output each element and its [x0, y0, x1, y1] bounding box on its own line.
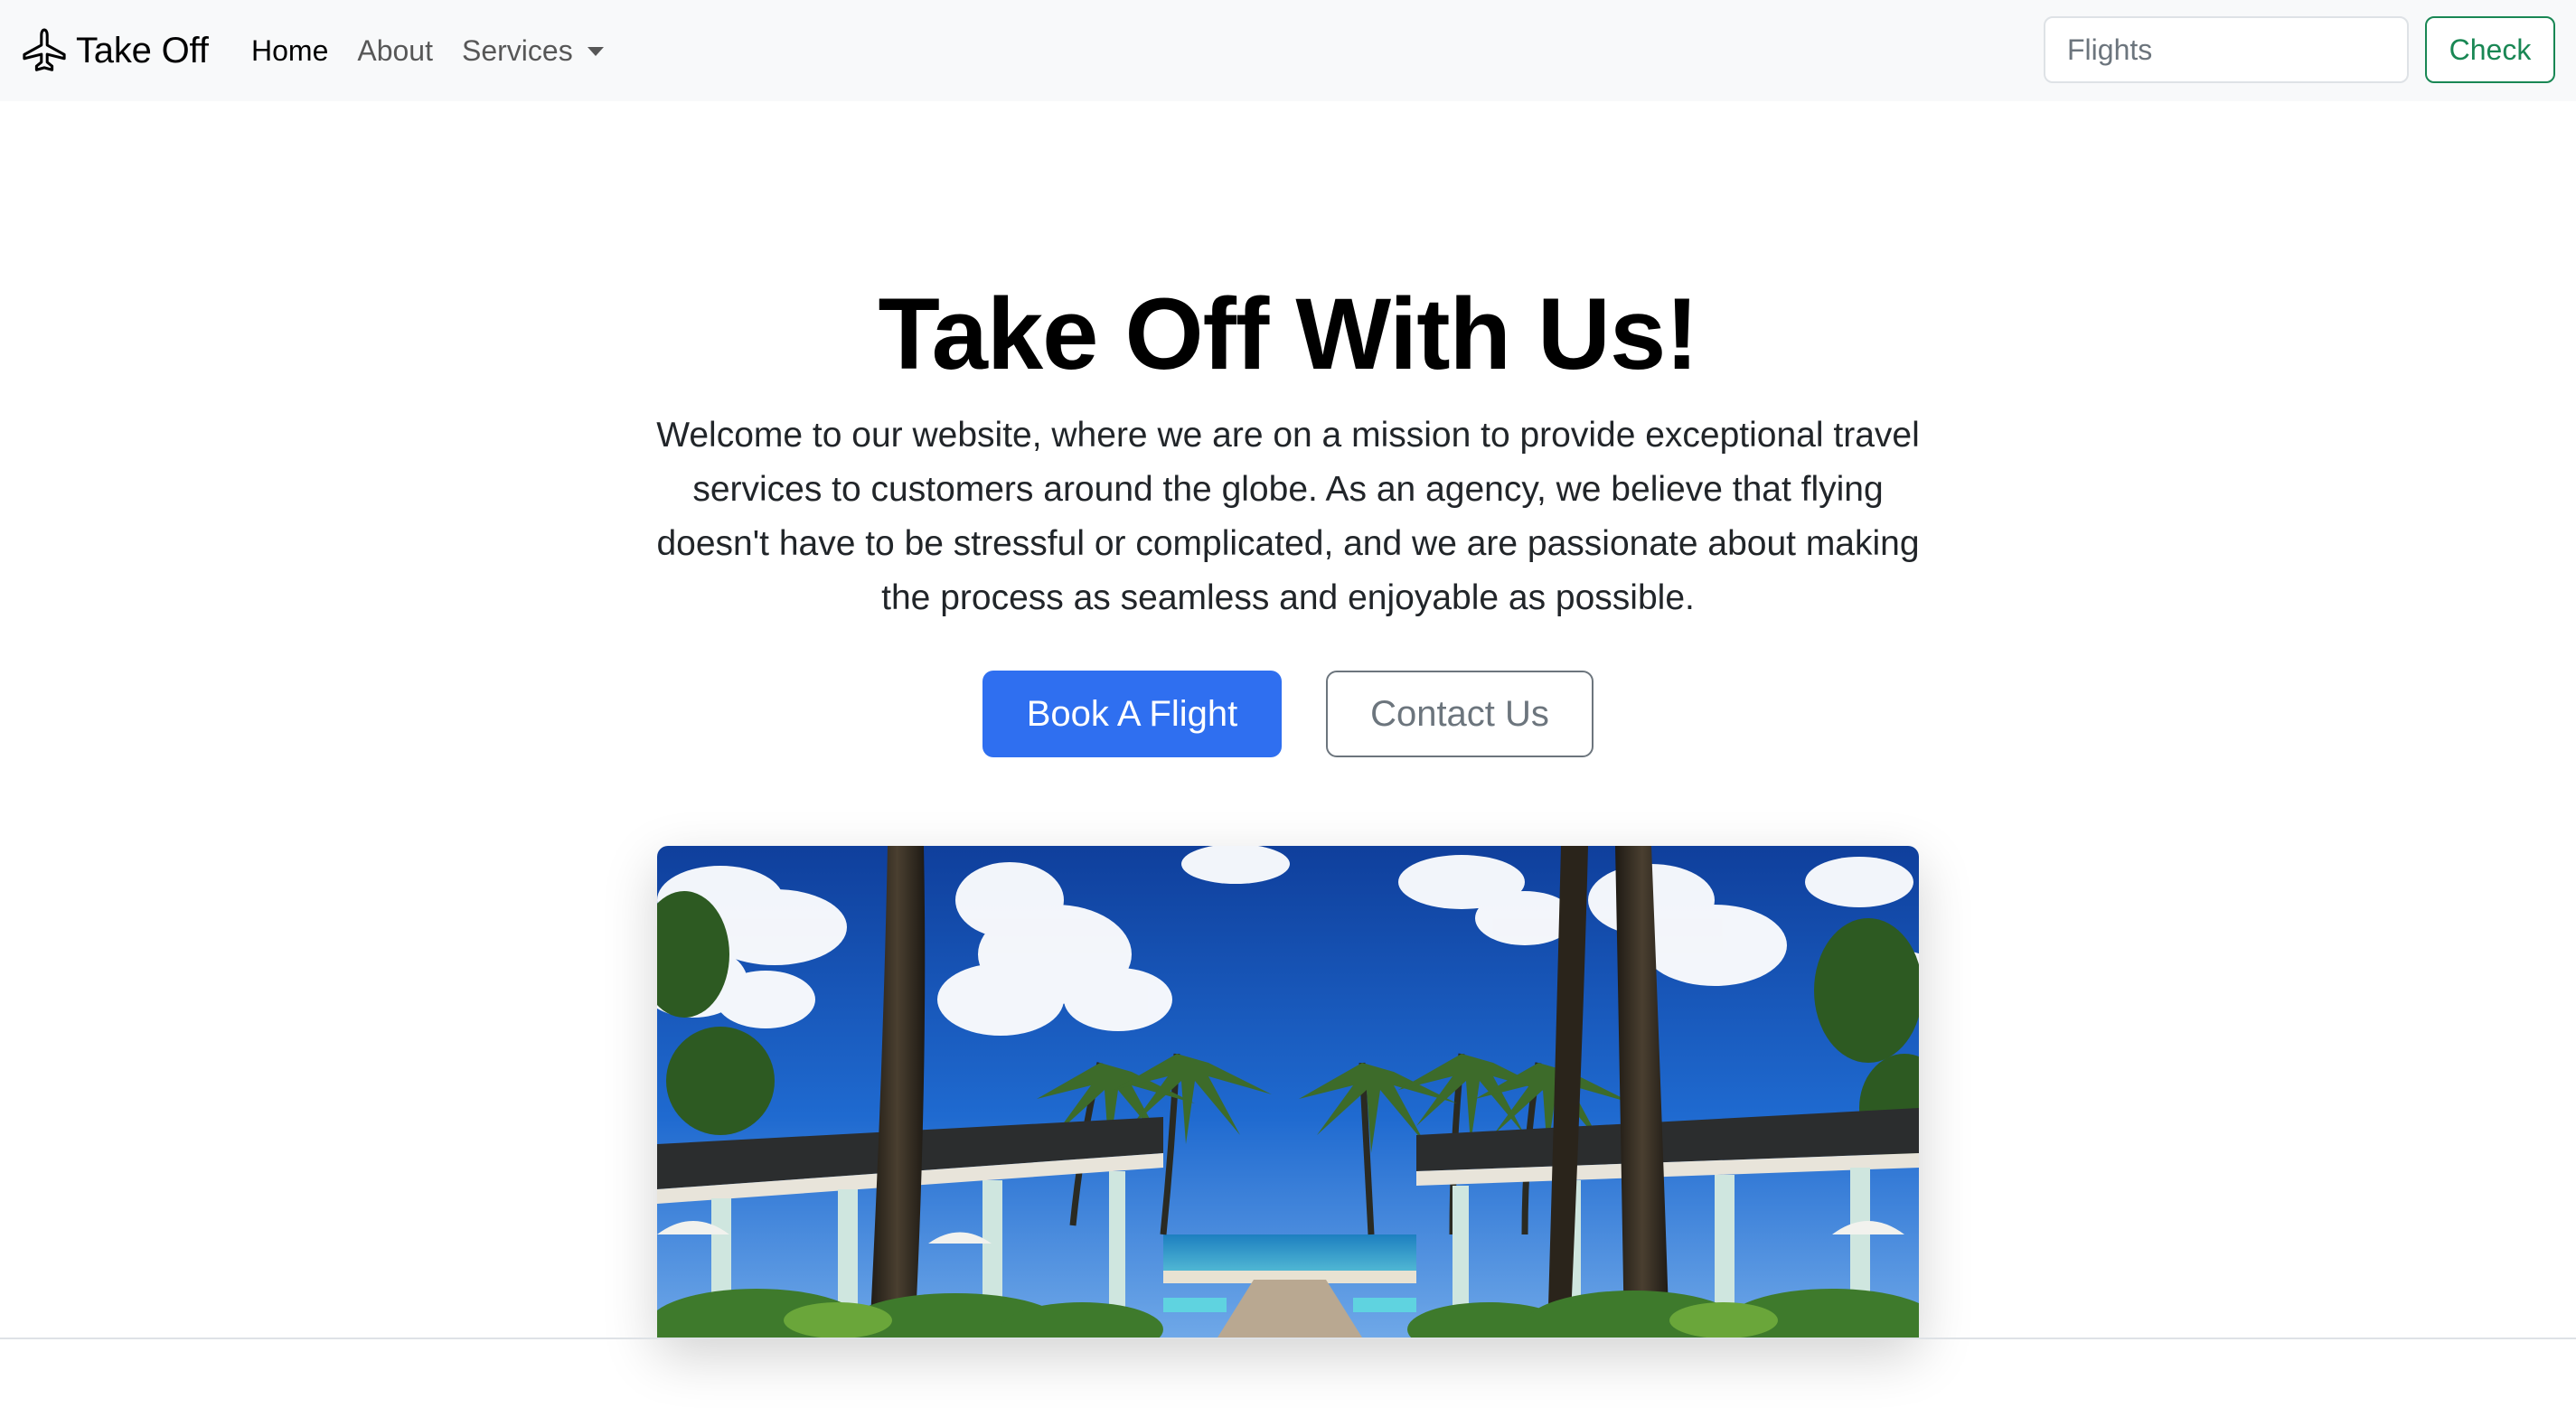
nav-link-about[interactable]: About: [357, 34, 433, 68]
brand-name: Take Off: [76, 30, 209, 70]
book-flight-button[interactable]: Book A Flight: [982, 671, 1282, 757]
airplane-icon: [23, 28, 66, 71]
hero-image: [657, 846, 1919, 1338]
contact-us-button[interactable]: Contact Us: [1326, 671, 1594, 757]
check-button[interactable]: Check: [2425, 16, 2555, 83]
nav-links: Home About Services: [251, 25, 604, 76]
search-input[interactable]: [2044, 16, 2409, 83]
nav-link-home[interactable]: Home: [251, 34, 328, 68]
page-divider: [0, 1338, 2576, 1339]
nav-link-services-label: Services: [461, 33, 573, 67]
caret-down-icon: [587, 47, 604, 56]
resort-photo: [657, 846, 1919, 1338]
brand-link[interactable]: Take Off: [20, 25, 209, 76]
nav-dropdown-services[interactable]: Services: [462, 34, 604, 68]
hero-lead: Welcome to our website, where we are on …: [656, 416, 1920, 617]
navbar: Take Off Home About Services Check: [0, 0, 2576, 101]
hero-title: Take Off With Us!: [878, 277, 1698, 390]
